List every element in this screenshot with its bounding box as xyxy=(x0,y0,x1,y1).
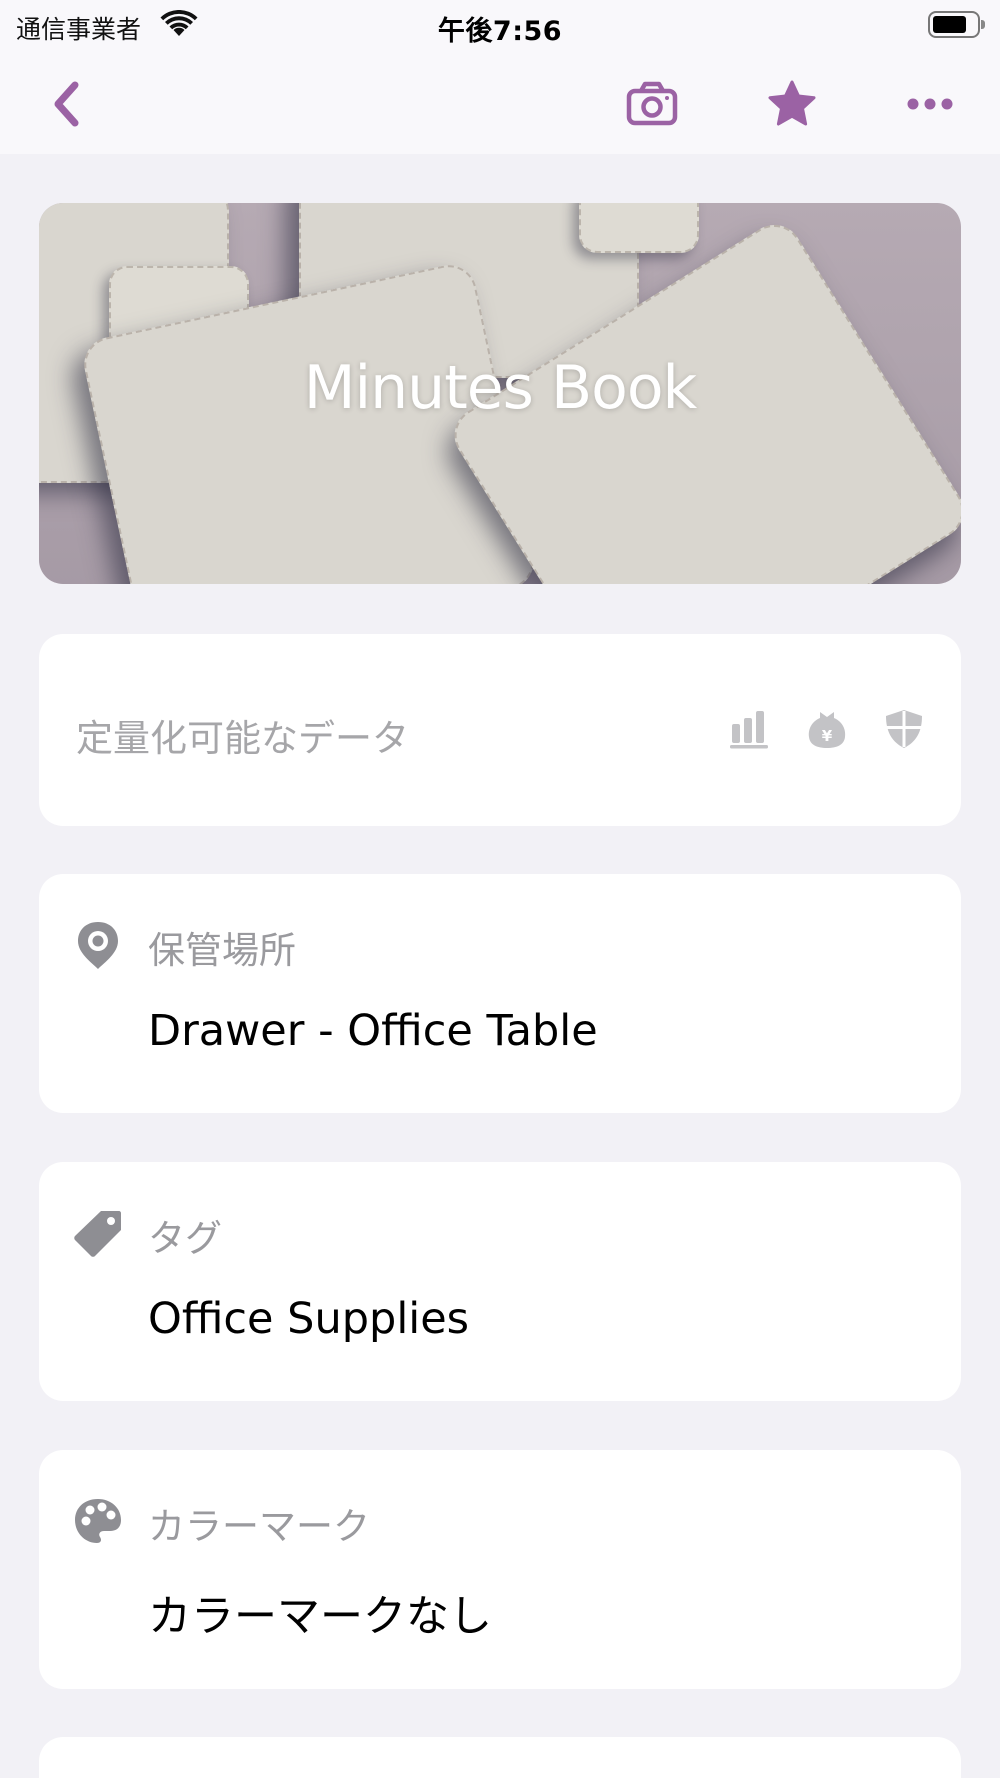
svg-text:¥: ¥ xyxy=(822,727,833,745)
shield-icon xyxy=(883,708,925,750)
chevron-left-icon xyxy=(54,81,79,127)
photo-binder-strap-top xyxy=(579,203,699,253)
tag-icon xyxy=(73,1208,123,1258)
navigation-bar xyxy=(0,54,1000,154)
money-bag-icon: ¥ xyxy=(806,708,848,750)
tags-card[interactable]: タグ Office Supplies xyxy=(39,1162,961,1401)
quantifiable-data-label: 定量化可能なデータ xyxy=(76,717,409,760)
ellipsis-icon xyxy=(907,98,953,110)
storage-location-card[interactable]: 保管場所 Drawer - Office Table xyxy=(39,874,961,1113)
palette-icon xyxy=(73,1496,123,1546)
more-button[interactable] xyxy=(900,74,960,134)
next-card[interactable] xyxy=(39,1737,961,1778)
field-value: Drawer - Office Table xyxy=(148,1006,598,1056)
camera-icon xyxy=(626,81,678,126)
status-bar: 通信事業者 午後7:56 xyxy=(0,0,1000,54)
item-title: Minutes Book xyxy=(303,353,698,423)
location-pin-icon xyxy=(73,920,123,970)
item-photo[interactable]: Minutes Book xyxy=(39,203,961,584)
back-button[interactable] xyxy=(36,74,96,134)
field-value: カラーマークなし xyxy=(148,1592,492,1642)
star-icon xyxy=(768,80,816,126)
field-value: Office Supplies xyxy=(148,1294,470,1344)
field-label: タグ xyxy=(148,1217,222,1260)
status-time: 午後7:56 xyxy=(437,16,563,47)
chart-icon xyxy=(729,708,771,750)
camera-button[interactable] xyxy=(622,74,682,134)
color-mark-card[interactable]: カラーマーク カラーマークなし xyxy=(39,1450,961,1689)
battery-icon xyxy=(928,11,986,38)
quantifiable-data-card[interactable]: 定量化可能なデータ ¥ xyxy=(39,634,961,826)
favorite-button[interactable] xyxy=(762,74,822,134)
field-label: 保管場所 xyxy=(148,929,296,972)
field-label: カラーマーク xyxy=(148,1505,370,1548)
